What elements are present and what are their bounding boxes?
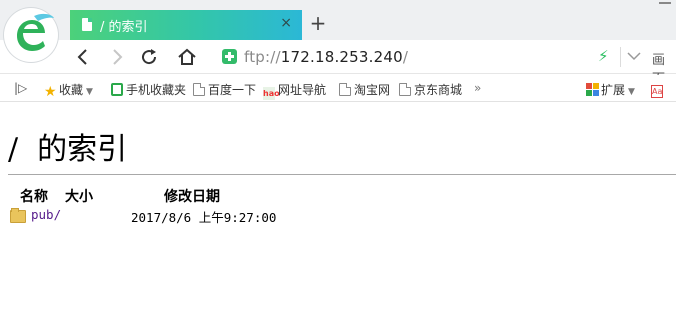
address-divider [620,47,621,67]
extensions-button[interactable]: 扩展 ▼ [586,81,635,97]
lightning-icon[interactable]: ⚡ [598,47,609,65]
bookmarks-bar: |▷ ★ 收藏 ▼ 手机收藏夹 百度一下 hao网址导航 淘宝网 京东商城 » 扩展… [0,75,676,102]
tab-bar: / 的索引 × + [0,0,676,40]
arrow-left-icon [77,49,87,65]
bookmark-hao[interactable]: hao网址导航 [263,81,327,100]
page-icon [193,83,205,96]
active-tab[interactable]: / 的索引 × [70,10,302,40]
forward-button[interactable] [106,46,128,68]
new-tab-button[interactable]: + [309,12,327,34]
arrow-right-icon [113,49,123,65]
page-icon [82,18,92,31]
column-header-modified[interactable]: 修改日期 [164,186,220,206]
column-header-name[interactable]: 名称 [20,186,48,206]
entry-link-pub[interactable]: pub/ [31,207,61,222]
bookmark-label: 百度一下 [208,83,257,97]
extensions-label: 扩展 [601,83,626,97]
star-icon: ★ [44,84,57,100]
more-bookmarks-icon[interactable]: » [474,81,481,97]
page-icon [399,83,411,96]
chevron-down-icon[interactable] [626,46,642,66]
browser-logo[interactable] [4,8,58,62]
folder-icon [10,208,26,223]
chevron-down-icon: ▼ [628,87,635,97]
bookmark-mobile[interactable]: 手机收藏夹 [111,81,186,97]
phone-icon [111,83,123,96]
browser-e-logo-icon [7,11,55,59]
bookmark-label: 手机收藏夹 [126,83,187,97]
hao-icon: hao [263,87,280,100]
bookmark-label: 京东商城 [414,83,463,97]
address-url[interactable]: ftp://172.18.253.240/ [244,48,408,66]
reading-mode-button[interactable]: Aa [651,81,666,98]
bookmark-label: 网址导航 [278,83,327,97]
home-button[interactable] [176,46,198,68]
extensions-icon [586,83,599,96]
page-title: / 的索引 [8,132,128,167]
back-button[interactable] [72,46,94,68]
url-path: / [402,48,409,66]
reload-button[interactable] [138,46,160,68]
tab-close-icon[interactable]: × [280,15,292,31]
url-host: 172.18.253.240 [280,48,403,66]
page-icon [339,83,351,96]
title-divider [8,174,676,175]
address-bar[interactable]: ftp://172.18.253.240/ ⚡ [212,44,648,70]
column-header-size[interactable]: 大小 [65,186,93,206]
home-icon [178,48,196,65]
navigation-toolbar: ftp://172.18.253.240/ ⚡ 画而 [0,40,676,87]
security-shield-icon[interactable] [222,49,237,64]
url-scheme: ftp:// [244,48,281,66]
minimize-window-icon[interactable] [654,0,676,10]
tab-title: / 的索引 [100,20,148,35]
bookmark-jd[interactable]: 京东商城 [399,81,462,97]
aa-icon: Aa [651,85,663,98]
bookmark-label: 收藏 [59,83,84,97]
chevron-down-icon: ▼ [86,87,93,97]
bookmark-favorites[interactable]: ★ 收藏 ▼ [44,81,93,100]
reload-icon [142,49,157,65]
bookmark-label: 淘宝网 [354,83,391,97]
bookmark-taobao[interactable]: 淘宝网 [339,81,390,97]
entry-modified-date: 2017/8/6 上午9:27:00 [131,210,277,225]
bookmark-baidu[interactable]: 百度一下 [193,81,256,97]
sidebar-toggle-icon[interactable]: |▷ [14,81,27,97]
